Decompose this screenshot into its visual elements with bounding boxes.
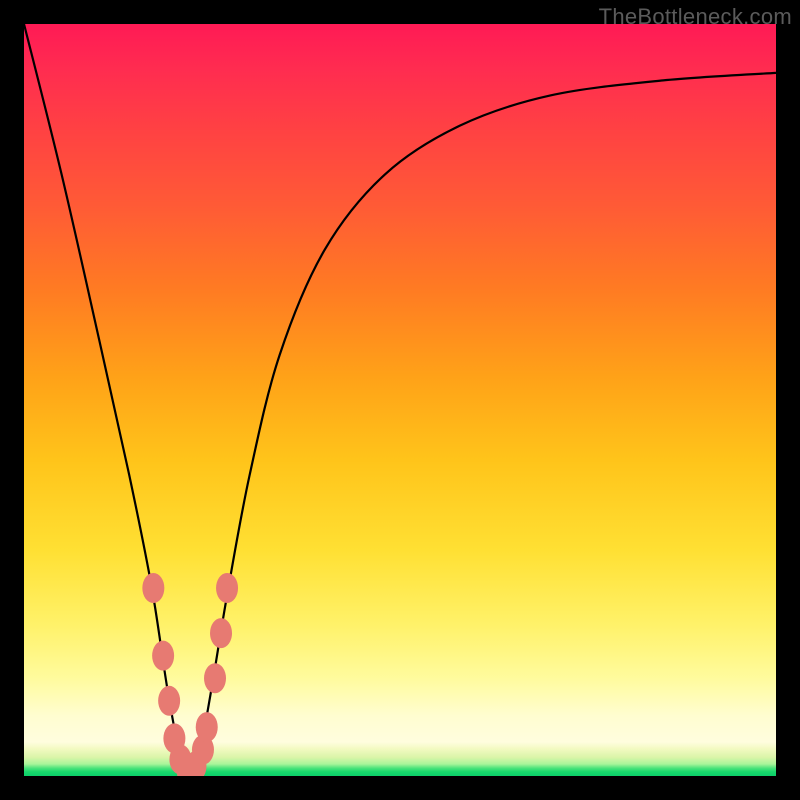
data-marker — [158, 686, 180, 716]
data-marker — [210, 618, 232, 648]
data-marker — [216, 573, 238, 603]
marker-group — [142, 573, 238, 776]
bottleneck-curve-svg — [24, 24, 776, 776]
data-marker — [204, 663, 226, 693]
watermark-text: TheBottleneck.com — [599, 4, 792, 30]
outer-frame: TheBottleneck.com — [0, 0, 800, 800]
data-marker — [152, 641, 174, 671]
data-marker — [142, 573, 164, 603]
plot-area — [24, 24, 776, 776]
bottleneck-curve — [24, 24, 776, 776]
data-marker — [196, 712, 218, 742]
